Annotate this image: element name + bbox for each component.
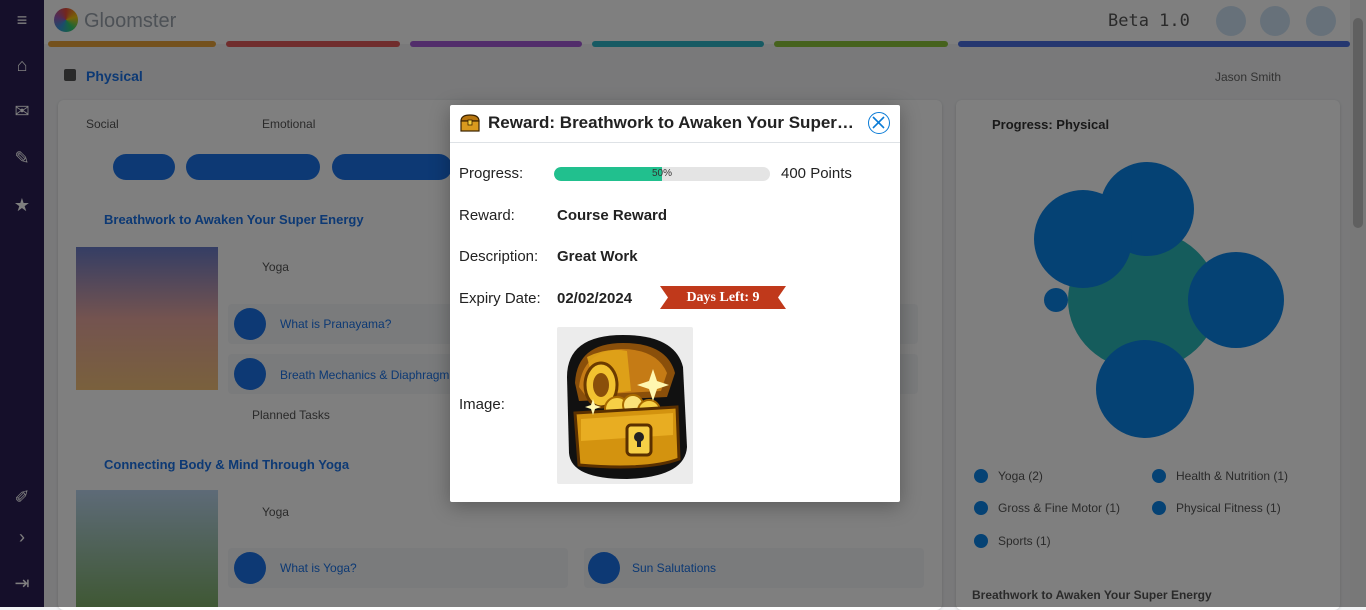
description-label: Description:: [459, 248, 539, 265]
points-value: 400 Points: [781, 165, 852, 182]
reward-modal: Reward: Breathwork to Awaken Your Super …: [450, 105, 900, 502]
reward-image: [557, 327, 693, 484]
progress-bar: 50%: [554, 167, 770, 181]
reward-value: Course Reward: [557, 207, 668, 224]
description-value: Great Work: [557, 248, 638, 265]
treasure-chest-icon: [567, 335, 687, 479]
days-left-text: Days Left: 9: [686, 290, 760, 305]
modal-header: Reward: Breathwork to Awaken Your Super …: [450, 105, 900, 143]
progress-label: Progress:: [459, 165, 524, 182]
close-button[interactable]: [868, 112, 890, 134]
modal-title: Reward: Breathwork to Awaken Your Super …: [488, 113, 858, 132]
close-icon: [872, 116, 885, 129]
expiry-value: 02/02/2024: [557, 290, 633, 307]
reward-label: Reward:: [459, 207, 515, 224]
progress-percent: 50%: [651, 168, 672, 179]
image-label: Image:: [459, 396, 505, 413]
treasure-chest-icon: [460, 114, 480, 132]
days-left-badge: Days Left: 9: [660, 286, 786, 309]
expiry-label: Expiry Date:: [459, 290, 541, 307]
